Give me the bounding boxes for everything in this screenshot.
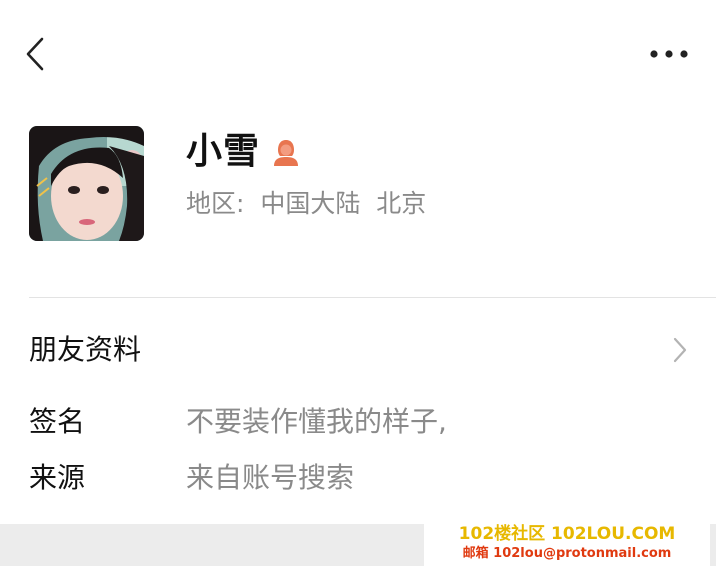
- profile-name: 小雪: [186, 131, 261, 172]
- signature-label: 签名: [29, 405, 86, 438]
- watermark-line1: 102楼社区 102LOU.COM: [458, 524, 676, 544]
- female-user-icon: [270, 136, 302, 168]
- avatar[interactable]: [29, 126, 144, 241]
- friend-info-row[interactable]: 朋友资料: [29, 330, 141, 370]
- source-value: 来自账号搜索: [186, 461, 355, 494]
- signature-value: 不要装作懂我的样子,: [186, 405, 447, 438]
- chevron-right-icon[interactable]: [670, 335, 690, 365]
- watermark: 102楼社区 102LOU.COM 邮箱 102lou@protonmail.c…: [424, 520, 710, 566]
- profile-region: 地区: 中国大陆 北京: [186, 189, 427, 218]
- back-icon[interactable]: [22, 36, 48, 72]
- more-options-icon[interactable]: [648, 46, 690, 62]
- source-label: 来源: [29, 461, 86, 494]
- watermark-line2: 邮箱 102lou@protonmail.com: [462, 546, 672, 561]
- divider: [29, 297, 716, 298]
